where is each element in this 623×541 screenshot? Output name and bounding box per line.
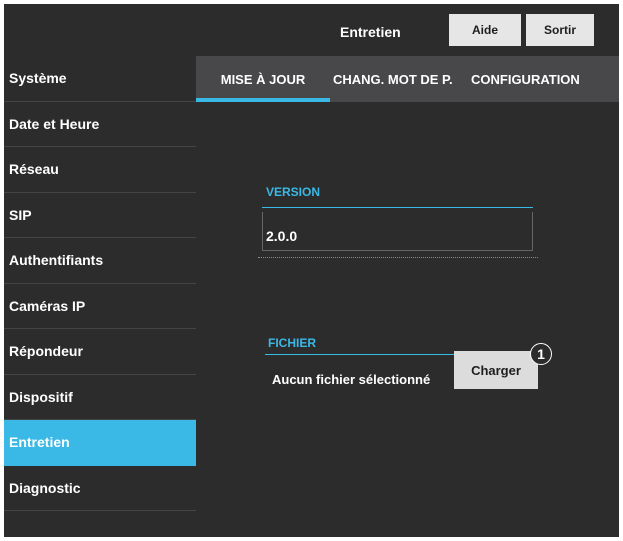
app-window: Entretien Aide Sortir Système Date et He… <box>4 4 619 537</box>
sidebar-item-date-et-heure[interactable]: Date et Heure <box>4 102 196 147</box>
version-value: 2.0.0 <box>266 228 298 244</box>
sidebar-item-cameras-ip[interactable]: Caméras IP <box>4 284 196 329</box>
version-underline <box>262 207 533 208</box>
sidebar: Système Date et Heure Réseau SIP Authent… <box>4 56 196 537</box>
tab-mise-a-jour[interactable]: MISE À JOUR <box>196 56 330 102</box>
sidebar-item-systeme[interactable]: Système <box>4 56 196 102</box>
sidebar-item-dispositif[interactable]: Dispositif <box>4 375 196 420</box>
sidebar-item-authentifiants[interactable]: Authentifiants <box>4 238 196 284</box>
version-field <box>262 212 533 251</box>
tab-bar: MISE À JOUR CHANG. MOT DE P. CONFIGURATI… <box>196 56 619 102</box>
sidebar-item-diagnostic[interactable]: Diagnostic <box>4 466 196 511</box>
page-title: Entretien <box>340 24 401 40</box>
help-button[interactable]: Aide <box>449 14 521 46</box>
sidebar-item-entretien[interactable]: Entretien <box>4 420 196 466</box>
sidebar-item-sip[interactable]: SIP <box>4 193 196 238</box>
tab-configuration[interactable]: CONFIGURATION <box>471 56 580 102</box>
file-status-text: Aucun fichier sélectionné <box>272 372 431 387</box>
sidebar-item-reseau[interactable]: Réseau <box>4 147 196 193</box>
file-underline <box>265 354 455 355</box>
top-bar: Entretien Aide Sortir <box>4 4 619 56</box>
tab-changer-mot-de-passe[interactable]: CHANG. MOT DE P. <box>333 56 453 102</box>
active-tab-indicator <box>196 98 330 102</box>
exit-button[interactable]: Sortir <box>526 14 594 46</box>
version-label: VERSION <box>266 185 321 199</box>
callout-marker: 1 <box>530 343 552 365</box>
divider <box>258 257 538 258</box>
upload-button[interactable]: Charger <box>454 351 538 389</box>
sidebar-item-repondeur[interactable]: Répondeur <box>4 329 196 375</box>
file-label: FICHIER <box>268 336 316 350</box>
